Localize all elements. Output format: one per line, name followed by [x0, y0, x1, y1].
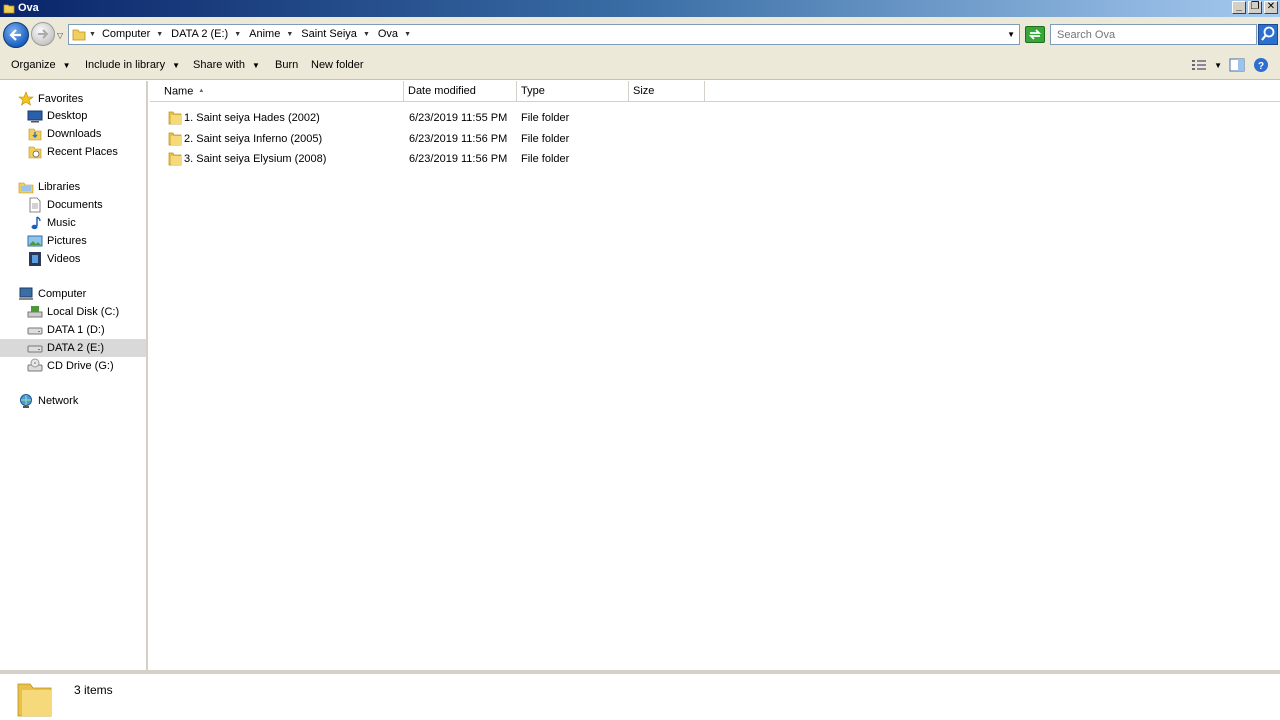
address-bar[interactable]: ▼ Computer ▼ DATA 2 (E:) ▼ Anime ▼ Saint Se… — [68, 24, 1020, 45]
folder-icon — [168, 111, 182, 125]
network-icon — [20, 394, 32, 408]
title-bar[interactable]: Ova _ ❐ ✕ — [0, 0, 1280, 17]
system-drive-icon — [27, 306, 43, 318]
chevron-down-icon[interactable]: ▼ — [363, 31, 370, 38]
documents-icon — [29, 197, 41, 213]
chevron-down-icon: ▼ — [62, 60, 71, 70]
column-name[interactable]: Name ▲ — [159, 81, 404, 102]
restore-button[interactable]: ❐ — [1248, 1, 1262, 14]
arrow-left-icon — [9, 29, 21, 41]
search-input[interactable] — [1051, 25, 1256, 44]
nav-item-pictures[interactable]: Pictures — [0, 232, 146, 250]
nav-favorites[interactable]: Favorites — [0, 90, 146, 108]
file-row[interactable]: 2. Saint seiya Inferno (2005) 6/23/2019 … — [164, 129, 584, 149]
folder-icon — [72, 29, 86, 41]
burn-button[interactable]: Burn — [275, 59, 298, 71]
music-icon — [31, 216, 41, 230]
breadcrumb-item[interactable]: Computer ▼ — [102, 28, 163, 40]
breadcrumb-item[interactable]: DATA 2 (E:) ▼ — [171, 28, 241, 40]
recent-places-icon — [28, 146, 42, 159]
nav-item-music[interactable]: Music — [0, 214, 146, 232]
close-button[interactable]: ✕ — [1264, 1, 1278, 14]
recent-pages-dropdown[interactable]: ▽ — [57, 31, 63, 40]
view-options-icon[interactable] — [1190, 57, 1208, 73]
breadcrumb-item[interactable]: Ova ▼ — [378, 28, 411, 40]
item-count: 3 items — [74, 683, 113, 697]
details-pane: 3 items — [0, 670, 1280, 720]
folder-icon — [168, 132, 182, 146]
search-button[interactable] — [1258, 24, 1278, 45]
nav-item-recent-places[interactable]: Recent Places — [0, 143, 146, 161]
refresh-button[interactable] — [1025, 26, 1045, 43]
star-icon — [18, 91, 34, 106]
nav-item-documents[interactable]: Documents — [0, 196, 146, 214]
chevron-down-icon[interactable]: ▼ — [286, 31, 293, 38]
chevron-down-icon[interactable]: ▼ — [404, 31, 411, 38]
nav-item-videos[interactable]: Videos — [0, 250, 146, 268]
file-list: Name ▲ Date modified Type Size 1. Saint s… — [150, 81, 1280, 670]
nav-item-cd-drive-g[interactable]: CD Drive (G:) — [0, 357, 146, 375]
folder-icon — [17, 683, 52, 717]
search-icon — [1261, 26, 1275, 41]
refresh-icon — [1028, 29, 1042, 40]
chevron-down-icon: ▼ — [172, 60, 181, 70]
organize-button[interactable]: Organize ▼ — [11, 59, 71, 71]
arrow-right-icon — [38, 29, 49, 39]
nav-item-downloads[interactable]: Downloads — [0, 125, 146, 143]
column-type[interactable]: Type — [517, 81, 629, 102]
preview-pane-icon[interactable] — [1228, 57, 1246, 73]
desktop-icon — [27, 110, 43, 123]
svg-text:?: ? — [1258, 61, 1264, 72]
libraries-icon — [18, 182, 34, 194]
search-input-wrapper — [1050, 24, 1257, 45]
command-bar: Organize ▼ Include in library ▼ Share with… — [0, 52, 1280, 80]
minimize-button[interactable]: _ — [1232, 1, 1246, 14]
window-title: Ova — [18, 2, 39, 14]
share-with-button[interactable]: Share with ▼ — [193, 59, 260, 71]
breadcrumb-item[interactable]: Anime ▼ — [249, 28, 293, 40]
nav-item-desktop[interactable]: Desktop — [0, 107, 146, 125]
nav-libraries[interactable]: Libraries — [0, 178, 146, 196]
breadcrumb: ▼ Computer ▼ DATA 2 (E:) ▼ Anime ▼ Saint Se… — [89, 28, 419, 40]
nav-item-local-disk-c[interactable]: Local Disk (C:) — [0, 303, 146, 321]
address-row: ▽ ▼ Computer ▼ DATA 2 (E:) ▼ Anime ▼ Saint … — [0, 17, 1280, 52]
chevron-down-icon[interactable]: ▼ — [156, 31, 163, 38]
column-header: Name ▲ Date modified Type Size — [150, 81, 1280, 102]
folder-icon — [168, 152, 182, 166]
chevron-down-icon: ▼ — [251, 60, 260, 70]
downloads-folder-icon — [28, 128, 42, 141]
column-date-modified[interactable]: Date modified — [404, 81, 517, 102]
nav-network[interactable]: Network — [0, 392, 146, 410]
chevron-down-icon[interactable]: ▼ — [234, 31, 241, 38]
column-size[interactable]: Size — [629, 81, 705, 102]
new-folder-button[interactable]: New folder — [311, 59, 364, 71]
forward-button[interactable] — [31, 22, 55, 46]
pictures-icon — [27, 235, 43, 247]
cd-drive-icon — [27, 358, 43, 372]
help-icon[interactable]: ? — [1252, 57, 1270, 73]
nav-item-data-1-d[interactable]: DATA 1 (D:) — [0, 321, 146, 339]
back-button[interactable] — [3, 22, 29, 48]
breadcrumb-item[interactable]: Saint Seiya ▼ — [301, 28, 370, 40]
folder-icon — [3, 4, 15, 14]
nav-item-data-2-e[interactable]: DATA 2 (E:) — [0, 339, 146, 357]
sort-ascending-icon: ▲ — [198, 88, 205, 94]
file-row[interactable]: 3. Saint seiya Elysium (2008) 6/23/2019 … — [164, 149, 584, 169]
videos-icon — [29, 252, 41, 266]
view-dropdown-icon[interactable]: ▼ — [1214, 61, 1222, 70]
navigation-pane: Favorites Desktop Downloads Recent Place… — [0, 81, 148, 670]
chevron-down-icon[interactable]: ▼ — [89, 31, 96, 38]
address-history-dropdown[interactable]: ▼ — [1007, 30, 1015, 39]
hard-drive-icon — [27, 345, 43, 353]
computer-icon — [19, 287, 33, 300]
hard-drive-icon — [27, 327, 43, 335]
nav-computer[interactable]: Computer — [0, 285, 146, 303]
file-row[interactable]: 1. Saint seiya Hades (2002) 6/23/2019 11… — [164, 108, 584, 128]
include-in-library-button[interactable]: Include in library ▼ — [85, 59, 180, 71]
